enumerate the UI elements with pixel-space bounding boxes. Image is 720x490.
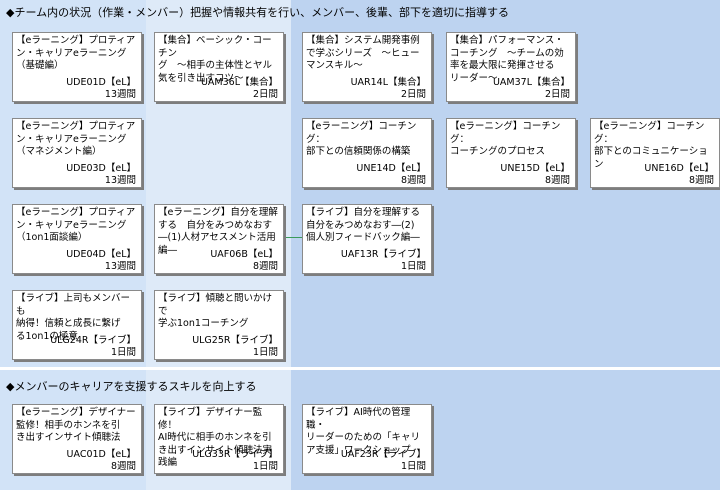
- course-card[interactable]: 【eラーニング】コーチング： 部下との信頼関係の構築 UNE14D【eL】 8週…: [302, 118, 432, 188]
- course-duration: 1日間: [252, 347, 278, 358]
- course-card[interactable]: 【ライブ】デザイナー監修！ AI時代に相手のホンネを引 き出すインサイト傾聴法実…: [154, 404, 284, 474]
- course-card[interactable]: 【ライブ】傾聴と問いかけで 学ぶ1on1コーチング ULG25R【ライブ】 1日…: [154, 290, 284, 360]
- course-duration: 1日間: [400, 261, 426, 272]
- course-card[interactable]: 【eラーニング】自分を理解 する 自分をみつめなおす ―(1)人材アセスメント活…: [154, 204, 284, 274]
- course-title: 【eラーニング】プロティア ン・キャリアeラーニング （マネジメント編）: [16, 121, 136, 157]
- course-card[interactable]: 【集合】システム開発事例 で学ぶシリーズ ～ヒュー マンスキル～ UAR14L【…: [302, 32, 432, 102]
- course-duration: 13週間: [104, 175, 136, 186]
- course-duration: 8週間: [400, 175, 426, 186]
- course-duration: 13週間: [104, 261, 136, 272]
- course-title: 【集合】システム開発事例 で学ぶシリーズ ～ヒュー マンスキル～: [306, 35, 420, 71]
- course-title: 【ライブ】自分を理解する 自分をみつめなおす―(2) 個人別フィードバック編―: [306, 207, 421, 243]
- course-card[interactable]: 【eラーニング】プロティア ン・キャリアeラーニング （基礎編） UDE01D【…: [12, 32, 142, 102]
- course-card[interactable]: 【集合】ベーシック・コーチン グ ～相手の主体性とヤル 気を引き出すコツ～ UA…: [154, 32, 284, 102]
- course-duration: 8週間: [110, 461, 136, 472]
- section-title-1: ◆チーム内の状況（作業・メンバー）把握や情報共有を行い、メンバー、後輩、部下を適…: [6, 6, 510, 19]
- course-card[interactable]: 【ライブ】自分を理解する 自分をみつめなおす―(2) 個人別フィードバック編― …: [302, 204, 432, 274]
- course-card[interactable]: 【集合】パフォーマンス・ コーチング ～チームの効 率を最大限に発揮させる リー…: [446, 32, 576, 102]
- section-divider: [0, 367, 720, 370]
- course-duration: 13週間: [104, 89, 136, 100]
- course-title: 【eラーニング】コーチング： 部下との信頼関係の構築: [306, 121, 417, 157]
- course-card[interactable]: 【eラーニング】プロティア ン・キャリアeラーニング （1on1面談編） UDE…: [12, 204, 142, 274]
- course-duration: 2日間: [544, 89, 570, 100]
- course-card[interactable]: 【eラーニング】デザイナー 監修！相手のホンネを引 き出すインサイト傾聴法 UA…: [12, 404, 142, 474]
- course-duration: 8週間: [688, 175, 714, 186]
- course-title: 【eラーニング】プロティア ン・キャリアeラーニング （基礎編）: [16, 35, 136, 71]
- course-duration: 8週間: [544, 175, 570, 186]
- course-map: ◆チーム内の状況（作業・メンバー）把握や情報共有を行い、メンバー、後輩、部下を適…: [0, 0, 720, 490]
- course-title: 【eラーニング】プロティア ン・キャリアeラーニング （1on1面談編）: [16, 207, 136, 243]
- course-title: 【ライブ】傾聴と問いかけで 学ぶ1on1コーチング: [158, 293, 273, 329]
- course-duration: 1日間: [400, 461, 426, 472]
- course-card[interactable]: 【eラーニング】コーチング： 部下とのコミュニケーショ ン UNE16D【eL】…: [590, 118, 720, 188]
- course-duration: 2日間: [400, 89, 426, 100]
- course-card[interactable]: 【eラーニング】コーチング： コーチングのプロセス UNE15D【eL】 8週間: [446, 118, 576, 188]
- course-duration: 1日間: [252, 461, 278, 472]
- course-duration: 8週間: [252, 261, 278, 272]
- course-duration: 2日間: [252, 89, 278, 100]
- course-duration: 1日間: [110, 347, 136, 358]
- course-card[interactable]: 【ライブ】上司もメンバーも 納得！信頼と成長に繋げ る1on1の極意 ULG24…: [12, 290, 142, 360]
- course-card[interactable]: 【eラーニング】プロティア ン・キャリアeラーニング （マネジメント編） UDE…: [12, 118, 142, 188]
- course-card[interactable]: 【ライブ】AI時代の管理職・ リーダーのための「キャリ ア支援」ワークショップ …: [302, 404, 432, 474]
- course-title: 【eラーニング】コーチング： コーチングのプロセス: [450, 121, 561, 157]
- course-title: 【eラーニング】デザイナー 監修！相手のホンネを引 き出すインサイト傾聴法: [16, 407, 136, 443]
- section-title-2: ◆メンバーのキャリアを支援するスキルを向上する: [6, 380, 257, 393]
